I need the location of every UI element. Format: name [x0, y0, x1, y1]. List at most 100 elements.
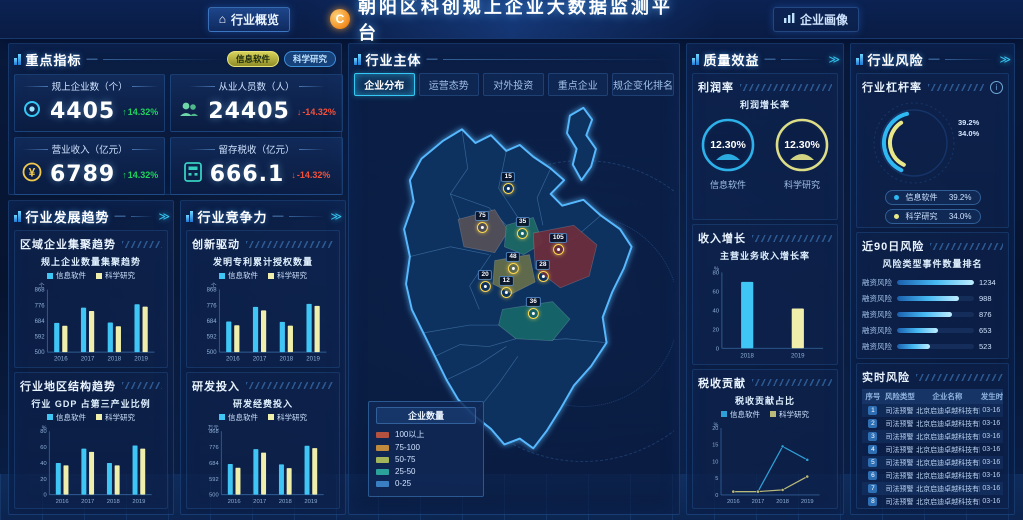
chart-title: 规上企业数量集聚趋势 — [41, 255, 141, 268]
chart-legend: 信息软件科学研究 — [219, 270, 307, 281]
svg-text:500: 500 — [35, 350, 46, 356]
svg-text:500: 500 — [207, 350, 218, 356]
svg-text:776: 776 — [209, 445, 219, 451]
nav-industry-overview-button[interactable]: ⌂ 行业概览 — [208, 7, 290, 32]
map-pin[interactable]: 20 — [478, 270, 492, 292]
map-pin[interactable]: 105 — [549, 233, 567, 255]
table-row[interactable]: 2司法预警北京启迪卓越科技有限公司03-16 — [862, 417, 1003, 430]
svg-text:%: % — [714, 422, 719, 428]
svg-text:684: 684 — [35, 319, 46, 325]
map-pin[interactable]: 75 — [475, 211, 489, 233]
top-header: ⌂ 行业概览 C 朝阳区科创规上企业大数据监测平台 企业画像 — [0, 0, 1023, 38]
legend-swatch — [721, 411, 727, 417]
panel-header-icon — [14, 211, 21, 222]
svg-text:2016: 2016 — [727, 498, 740, 504]
svg-text:12.30%: 12.30% — [710, 139, 746, 151]
table-row[interactable]: 3司法预警北京启迪卓越科技有限公司03-16 — [862, 430, 1003, 443]
pin-marker-icon — [528, 308, 539, 319]
chart-title: 研发经费投入 — [233, 397, 293, 410]
svg-text:2019: 2019 — [791, 353, 805, 360]
expand-arrow-icon[interactable]: ≫ — [158, 210, 168, 223]
district-map: 1575351054828201236 企业数量 100以上75-10050-7… — [354, 100, 674, 509]
risk-bar-row: 融资风险988 — [862, 290, 1003, 306]
pin-value: 75 — [475, 211, 489, 221]
table-row[interactable]: 5司法预警北京启迪卓越科技有限公司03-16 — [862, 456, 1003, 469]
svg-text:2016: 2016 — [226, 356, 240, 363]
tab-1[interactable]: 运营态势 — [419, 73, 480, 96]
kpi-card-title: 营业收入（亿元） — [52, 142, 128, 156]
kpi-tag-science-research[interactable]: 科学研究 — [284, 51, 336, 67]
kpi-delta: ↓-14.32% — [297, 107, 336, 117]
map-pin[interactable]: 15 — [501, 172, 515, 194]
svg-text:2016: 2016 — [54, 356, 68, 363]
map-pin[interactable]: 28 — [536, 260, 550, 282]
expand-arrow-icon[interactable]: ≫ — [999, 53, 1009, 66]
nav-enterprise-portrait-button[interactable]: 企业画像 — [773, 7, 859, 32]
svg-text:2016: 2016 — [56, 498, 70, 504]
table-row[interactable]: 7司法预警北京启迪卓越科技有限公司03-16 — [862, 482, 1003, 495]
expand-arrow-icon[interactable]: ≫ — [828, 53, 838, 66]
svg-text:2019: 2019 — [801, 498, 814, 504]
section-title: 税收贡献 — [698, 375, 746, 391]
svg-text:2017: 2017 — [81, 356, 95, 363]
svg-text:0: 0 — [715, 492, 718, 498]
svg-text:2016: 2016 — [228, 498, 242, 504]
svg-text:¥: ¥ — [29, 166, 36, 180]
svg-text:%: % — [714, 267, 719, 273]
svg-text:5: 5 — [715, 476, 718, 482]
legend-label: 0-25 — [395, 479, 411, 488]
industry-entities-title: 行业主体 — [366, 50, 422, 69]
map-pin[interactable]: 35 — [516, 217, 530, 239]
tab-2[interactable]: 对外投资 — [483, 73, 544, 96]
tab-0[interactable]: 企业分布 — [354, 73, 415, 96]
pin-marker-icon — [477, 222, 488, 233]
kpi-tag-info-software[interactable]: 信息软件 — [227, 51, 279, 67]
svg-text:20: 20 — [713, 327, 720, 333]
enterprise-count-icon — [21, 98, 43, 125]
map-pin[interactable]: 48 — [506, 252, 520, 274]
table-row[interactable]: 6司法预警北京启迪卓越科技有限公司03-16 — [862, 469, 1003, 482]
expand-arrow-icon[interactable]: ≫ — [330, 210, 340, 223]
legend-label: 100以上 — [395, 429, 424, 440]
quality-benefit-title: 质量效益 — [704, 50, 760, 69]
svg-text:2017: 2017 — [253, 498, 266, 504]
kpi-value: 24405 — [208, 99, 290, 124]
chart-title: 发明专利累计授权数量 — [213, 255, 313, 268]
map-pin[interactable]: 36 — [526, 297, 540, 319]
svg-text:2019: 2019 — [304, 498, 317, 504]
svg-text:10: 10 — [712, 459, 718, 465]
legend-item: 科学研究 — [770, 409, 809, 420]
legend-swatch — [96, 414, 102, 420]
svg-text:2018: 2018 — [776, 498, 789, 504]
legend-dot — [894, 214, 899, 219]
leverage-legend-item-1: 科学研究34.0% — [885, 209, 981, 224]
legend-item: 信息软件 — [219, 412, 258, 423]
svg-text:12.30%: 12.30% — [784, 139, 820, 151]
industry-risk-title: 行业风险 — [868, 50, 924, 69]
pin-marker-icon — [553, 244, 564, 255]
pin-value: 105 — [549, 233, 567, 243]
tab-3[interactable]: 重点企业 — [548, 73, 609, 96]
legend-swatch — [376, 481, 389, 487]
svg-text:万元: 万元 — [208, 424, 219, 431]
svg-text:2018: 2018 — [740, 353, 754, 360]
table-row[interactable]: 8司法预警北京启迪卓越科技有限公司03-16 — [862, 495, 1003, 508]
svg-text:40: 40 — [713, 308, 720, 314]
patent-chart: 发明专利累计授权数量信息软件科学研究500592684776868个201620… — [192, 252, 334, 364]
tab-4[interactable]: 规企变化排名 — [612, 73, 674, 96]
svg-text:2018: 2018 — [279, 498, 293, 504]
svg-text:40: 40 — [40, 460, 46, 466]
svg-text:2018: 2018 — [108, 356, 122, 363]
legend-item: 科学研究 — [268, 412, 307, 423]
legend-swatch — [96, 273, 102, 279]
employees-icon — [177, 98, 201, 125]
info-icon[interactable]: i — [990, 81, 1003, 94]
table-row[interactable]: 4司法预警北京启迪卓越科技有限公司03-16 — [862, 443, 1003, 456]
industry-risk-panel: 行业风险 — ≫ 行业杠杆率 i 39.2%34.0% 信息软件39.2%科学研… — [850, 43, 1015, 515]
table-row[interactable]: 1司法预警北京启迪卓越科技有限公司03-16 — [862, 404, 1003, 417]
svg-text:684: 684 — [207, 319, 218, 325]
map-pin[interactable]: 12 — [499, 276, 513, 298]
panel-header-icon — [186, 211, 193, 222]
legend-swatch — [770, 411, 776, 417]
kpi-card-3: 留存税收（亿元）666.1↓-14.32% — [170, 137, 343, 195]
